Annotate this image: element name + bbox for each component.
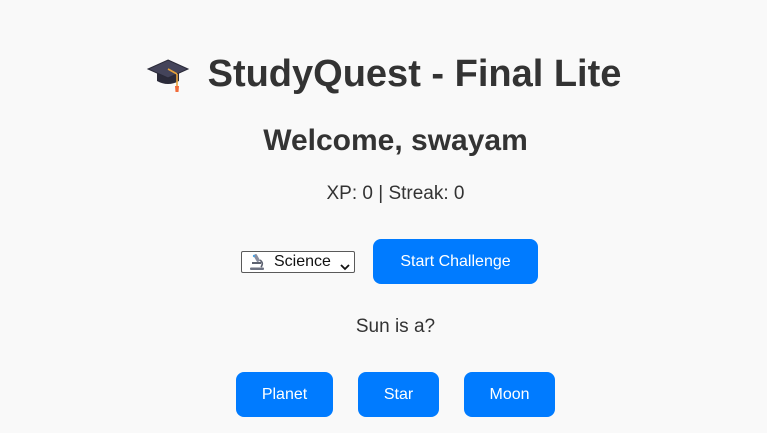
graduation-cap-icon xyxy=(146,54,190,94)
start-challenge-button[interactable]: Start Challenge xyxy=(373,239,538,284)
welcome-heading: Welcome, swayam xyxy=(263,124,528,157)
header: StudyQuest - Final Lite xyxy=(0,50,767,98)
answer-option-planet[interactable]: Planet xyxy=(236,372,333,417)
microscope-icon xyxy=(248,253,266,271)
answer-option-moon[interactable]: Moon xyxy=(464,372,555,417)
answer-option-star[interactable]: Star xyxy=(358,372,439,417)
challenge-controls: Science Start Challenge xyxy=(241,239,538,284)
question-text: Sun is a? xyxy=(355,316,436,337)
subject-select[interactable]: Science xyxy=(241,250,355,273)
stats-line: XP: 0 | Streak: 0 xyxy=(326,183,465,204)
chevron-down-icon xyxy=(340,258,350,270)
app-page: StudyQuest - Final Lite Welcome, swayam … xyxy=(0,0,767,433)
page-title: StudyQuest - Final Lite xyxy=(207,53,622,95)
subject-select-value: Science xyxy=(274,252,331,270)
